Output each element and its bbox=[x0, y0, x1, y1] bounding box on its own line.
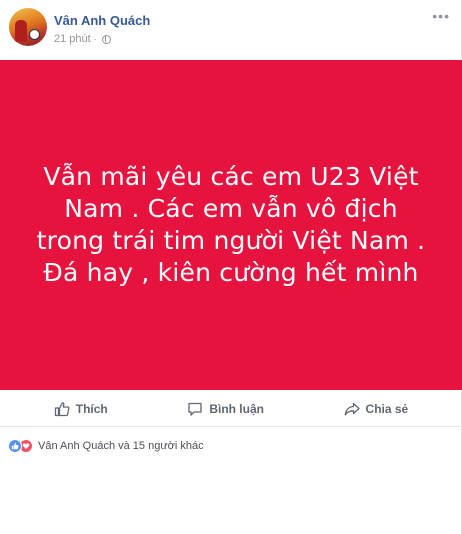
more-icon[interactable]: ••• bbox=[432, 8, 450, 24]
avatar-ball bbox=[29, 29, 40, 40]
like-button[interactable]: Thích bbox=[46, 397, 116, 421]
comment-button[interactable]: Bình luận bbox=[179, 397, 272, 421]
share-icon bbox=[344, 402, 360, 415]
like-label: Thích bbox=[75, 401, 108, 416]
thumbs-up-icon bbox=[54, 401, 70, 416]
share-button[interactable]: Chia sẻ bbox=[336, 397, 417, 421]
post-card: Vân Anh Quách 21 phút · ••• Vẫn mãi yêu … bbox=[0, 0, 462, 534]
post-banner[interactable]: Vẫn mãi yêu các em U23 Việt Nam . Các em… bbox=[0, 60, 462, 390]
avatar-figure bbox=[15, 20, 27, 42]
author-avatar[interactable] bbox=[9, 8, 47, 46]
post-time[interactable]: 21 phút bbox=[54, 33, 91, 45]
post-meta: 21 phút · bbox=[54, 33, 111, 45]
meta-separator: · bbox=[93, 34, 97, 44]
post-header: Vân Anh Quách 21 phút · ••• bbox=[0, 0, 462, 60]
comment-icon bbox=[188, 402, 202, 416]
comment-label: Bình luận bbox=[209, 401, 264, 416]
reaction-summary-text[interactable]: Vân Anh Quách và 15 người khác bbox=[38, 440, 204, 452]
like-icon bbox=[8, 439, 22, 453]
post-actions: Thích Bình luận Chia sẻ bbox=[0, 391, 462, 427]
banner-text: Vẫn mãi yêu các em U23 Việt Nam . Các em… bbox=[36, 162, 426, 287]
share-label: Chia sẻ bbox=[365, 401, 409, 416]
author-name[interactable]: Vân Anh Quách bbox=[54, 13, 150, 28]
reactions-summary[interactable]: Vân Anh Quách và 15 người khác bbox=[8, 438, 204, 454]
globe-icon[interactable] bbox=[101, 34, 111, 44]
